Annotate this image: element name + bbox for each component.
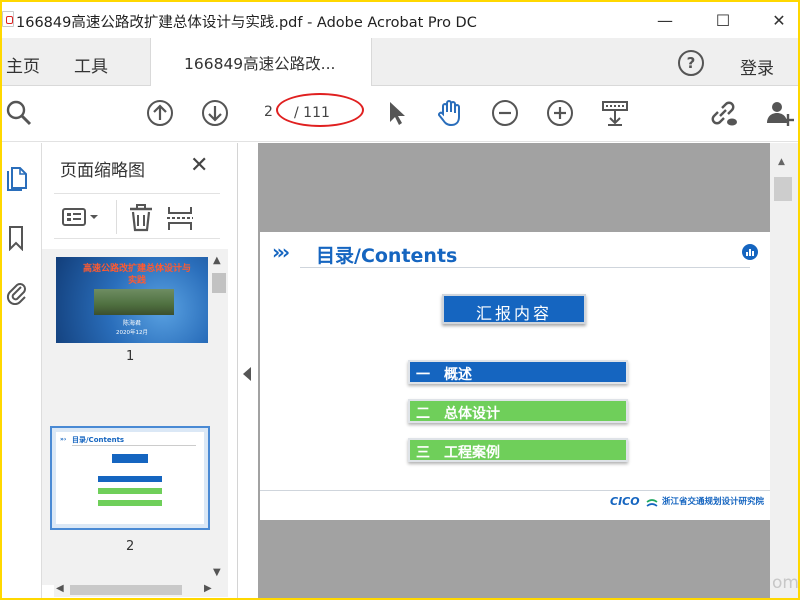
org-logo-icon — [646, 495, 658, 507]
toolbar-divider — [116, 200, 117, 234]
page-number-label: 1 — [126, 349, 135, 364]
tab-home[interactable]: 主页 — [6, 52, 40, 77]
acrobat-window: 166849高速公路改扩建总体设计与实践.pdf - Adobe Acrobat… — [2, 2, 798, 598]
footer-logo: CICO — [610, 495, 640, 508]
marquee-tool-icon[interactable] — [600, 98, 630, 128]
tab-bar: 主页 工具 166849高速公路改... ? 登录 — [2, 38, 798, 86]
page-number-label: 2 — [126, 539, 135, 554]
panel-collapse-strip — [238, 143, 258, 598]
thumbnail-scrollbar[interactable]: ▲ ▼ — [210, 253, 228, 583]
zoom-in-icon[interactable] — [545, 98, 575, 128]
hand-icon[interactable] — [434, 98, 464, 128]
select-arrow-icon[interactable] — [382, 98, 412, 128]
thumbnails-panel: 页面缩略图 ✕ 高速公路改扩建总体设计与实践 陈海君 2020年12月 1 »›… — [42, 143, 238, 598]
help-icon[interactable]: ? — [678, 50, 704, 76]
document-scrollbar[interactable]: ▲ — [770, 143, 798, 598]
panel-toolbar — [54, 193, 220, 239]
maximize-button[interactable]: ☐ — [700, 2, 746, 38]
toc-item-2: 二 总体设计 — [408, 399, 628, 423]
scroll-up-icon[interactable]: ▲ — [778, 157, 785, 167]
watermark: om — [772, 573, 798, 593]
scrollbar-thumb[interactable] — [774, 177, 792, 201]
thumb-slide-title: 目录/Contents — [72, 436, 125, 444]
toc-item-label: 工程案例 — [444, 445, 500, 461]
footer-rule — [260, 490, 770, 491]
document-view[interactable]: »› 目录/Contents 汇报内容 一 概述 二 总体设计 三 工程案例 C… — [258, 143, 770, 598]
title-bar: 166849高速公路改扩建总体设计与实践.pdf - Adobe Acrobat… — [2, 2, 798, 38]
thumb-date: 2020年12月 — [116, 330, 148, 336]
navigation-rail — [2, 143, 42, 598]
page-up-icon[interactable] — [145, 98, 175, 128]
thumbnail-list: 高速公路改扩建总体设计与实践 陈海君 2020年12月 1 »› 目录/Cont… — [42, 249, 228, 585]
scroll-down-icon[interactable]: ▼ — [213, 567, 221, 578]
collapse-panel-icon[interactable] — [243, 367, 251, 381]
toolbar: 2 / 111 — [2, 86, 798, 142]
page-number-input[interactable]: 2 — [264, 104, 286, 124]
scroll-left-icon[interactable]: ◀ — [56, 583, 64, 594]
scroll-right-icon[interactable]: ▶ — [204, 583, 212, 594]
page-thumbnails-icon[interactable] — [6, 165, 28, 191]
page-thumbnail-2[interactable]: »› 目录/Contents — [50, 426, 210, 530]
tab-document-label: 166849高速公路改... — [184, 55, 336, 73]
extract-pages-icon[interactable] — [166, 204, 194, 232]
toc-item-label: 总体设计 — [444, 406, 500, 422]
panel-title: 页面缩略图 — [60, 161, 145, 181]
add-user-icon[interactable] — [764, 98, 794, 128]
thumbnail-horizontal-scrollbar[interactable]: ◀ ▶ — [54, 583, 228, 597]
thumbnail-options-icon[interactable] — [62, 206, 102, 228]
page-down-icon[interactable] — [200, 98, 230, 128]
thumb-photo — [94, 289, 174, 315]
toc-item-3: 三 工程案例 — [408, 438, 628, 462]
zoom-out-icon[interactable] — [490, 98, 520, 128]
share-link-icon[interactable] — [708, 98, 738, 128]
toc-item-1: 一 概述 — [408, 360, 628, 384]
pdf-file-icon — [2, 11, 14, 27]
horizontal-scrollbar-thumb[interactable] — [70, 585, 182, 595]
thumb-slide-title: 高速公路改扩建总体设计与实践 — [82, 264, 191, 286]
attachment-icon[interactable] — [6, 279, 28, 306]
section-heading-text: 汇报内容 — [475, 304, 552, 323]
close-panel-button[interactable]: ✕ — [190, 153, 208, 178]
tab-document[interactable]: 166849高速公路改... — [150, 38, 372, 86]
footer-org: 浙江省交通规划设计研究院 — [662, 497, 765, 507]
page-thumbnail-1[interactable]: 高速公路改扩建总体设计与实践 陈海君 2020年12月 — [56, 257, 208, 343]
toc-item-label: 概述 — [444, 367, 472, 383]
scroll-up-icon[interactable]: ▲ — [213, 255, 221, 266]
slide-header-arrows: »› — [272, 240, 290, 264]
slide-title: 目录/Contents — [316, 245, 458, 267]
scrollbar-thumb[interactable] — [212, 273, 226, 293]
search-icon[interactable] — [4, 98, 34, 128]
bookmark-icon[interactable] — [6, 225, 28, 252]
sign-in-button[interactable]: 登录 — [740, 54, 774, 79]
close-window-button[interactable]: ✕ — [756, 2, 798, 38]
pdf-page: »› 目录/Contents 汇报内容 一 概述 二 总体设计 三 工程案例 C… — [260, 232, 770, 520]
delete-icon[interactable] — [128, 204, 154, 232]
thumb-author: 陈海君 — [122, 320, 141, 327]
section-heading-box: 汇报内容 — [442, 294, 586, 324]
tab-tools[interactable]: 工具 — [74, 52, 108, 77]
title-rule — [300, 267, 750, 268]
page-total: / 111 — [294, 105, 330, 121]
window-title: 166849高速公路改扩建总体设计与实践.pdf - Adobe Acrobat… — [16, 15, 477, 31]
minimize-button[interactable]: — — [642, 2, 688, 38]
chart-badge-icon — [742, 244, 758, 260]
